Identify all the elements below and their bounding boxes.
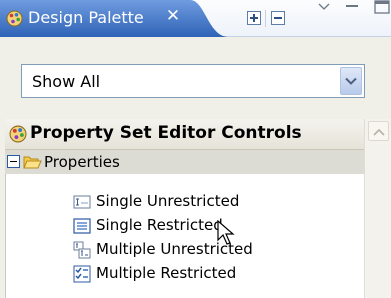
palette-icon [6,10,23,27]
category-properties[interactable]: Properties [5,150,364,174]
maximize-icon[interactable] [373,0,391,14]
palette-item-single-unrestricted[interactable]: Single Unrestricted [73,191,333,213]
collapse-toggle-icon[interactable] [7,155,20,168]
vertical-scrollbar[interactable] [364,119,391,298]
chevron-down-icon [345,77,357,85]
view-tab-bar: Design Palette ✕ [0,0,391,37]
filter-selected-value: Show All [32,72,101,91]
text-field-icon [73,195,91,209]
drawer-title: Property Set Editor Controls [30,123,302,143]
chevron-up-icon [373,128,385,136]
filter-dropdown[interactable]: Show All [21,64,365,98]
mouse-cursor-icon [217,220,235,245]
dropdown-button[interactable] [340,67,362,95]
scroll-up-button[interactable] [368,121,389,141]
folder-open-icon [23,156,42,169]
drawer-header[interactable]: Property Set Editor Controls [5,119,364,150]
minimize-icon[interactable] [345,2,359,12]
list-box-icon [73,218,91,234]
palette-item-multiple-restricted[interactable]: Multiple Restricted [73,263,333,285]
palette-item-single-restricted[interactable]: Single Restricted [73,215,333,237]
category-label: Properties [44,153,120,171]
palette-icon [9,125,27,143]
view-menu-icon[interactable] [318,2,330,12]
close-icon[interactable]: ✕ [164,7,182,25]
item-label: Single Restricted [96,216,223,234]
toolbar-separator [265,10,266,27]
collapse-all-icon[interactable] [271,11,285,25]
checklist-icon [73,265,91,283]
multi-text-icon [73,241,91,259]
item-label: Single Unrestricted [96,192,240,210]
palette-item-multiple-unrestricted[interactable]: Multiple Unrestricted [73,239,333,261]
tab-title: Design Palette [28,8,144,27]
expand-all-icon[interactable] [247,11,261,25]
item-label: Multiple Restricted [96,264,237,282]
tab-design-palette[interactable]: Design Palette ✕ [0,0,228,37]
